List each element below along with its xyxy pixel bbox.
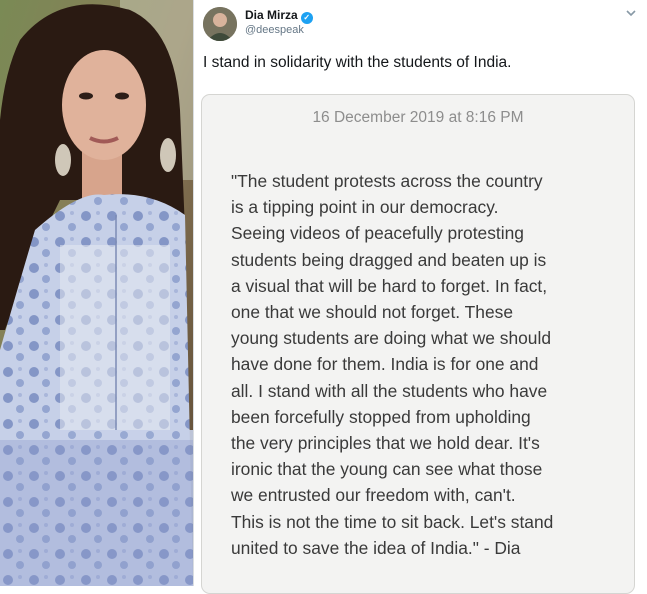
note-body: "The student protests across the country… bbox=[231, 168, 553, 561]
author-name[interactable]: Dia Mirza bbox=[245, 8, 298, 22]
verified-badge-icon: ✓ bbox=[300, 12, 313, 24]
profile-photo bbox=[0, 0, 193, 586]
note-line: the very principles that we hold dear. I… bbox=[231, 433, 540, 454]
tweet-text: I stand in solidarity with the students … bbox=[203, 54, 512, 71]
note-line: have done for them. India is for one and bbox=[231, 354, 539, 375]
note-line: we entrusted our freedom with, can't. bbox=[231, 485, 516, 506]
note-line: Seeing videos of peacefully protesting bbox=[231, 223, 524, 244]
note-date: 16 December 2019 at 8:16 PM bbox=[312, 109, 524, 126]
note-line: one that we should not forget. These bbox=[231, 302, 513, 323]
note-line: young students are doing what we should bbox=[231, 328, 552, 349]
author-avatar-image bbox=[203, 7, 237, 41]
note-line: This is not the time to sit back. Let's … bbox=[231, 511, 554, 532]
note-line: united to save the idea of India." - Dia bbox=[231, 537, 521, 558]
author-handle[interactable]: @deespeak bbox=[245, 24, 304, 36]
note-line: is a tipping point in our democracy. bbox=[231, 197, 499, 218]
note-line: students being dragged and beaten up is bbox=[231, 249, 547, 270]
tweet-card[interactable]: Dia Mirza ✓ @deespeak I stand in solidari… bbox=[193, 0, 647, 594]
note-line: been forcefully stopped from upholding bbox=[231, 406, 531, 427]
author-name-row[interactable]: Dia Mirza ✓ bbox=[245, 8, 313, 24]
note-line: "The student protests across the country bbox=[231, 171, 543, 191]
note-line: all. I stand with all the students who h… bbox=[231, 380, 548, 401]
note-line: a visual that will be hard to forget. In… bbox=[231, 275, 548, 296]
woman-portrait-image bbox=[0, 0, 193, 586]
avatar[interactable] bbox=[203, 7, 237, 41]
chevron-down-icon[interactable] bbox=[624, 6, 638, 20]
note-line: ironic that the young can see what those bbox=[231, 459, 543, 480]
